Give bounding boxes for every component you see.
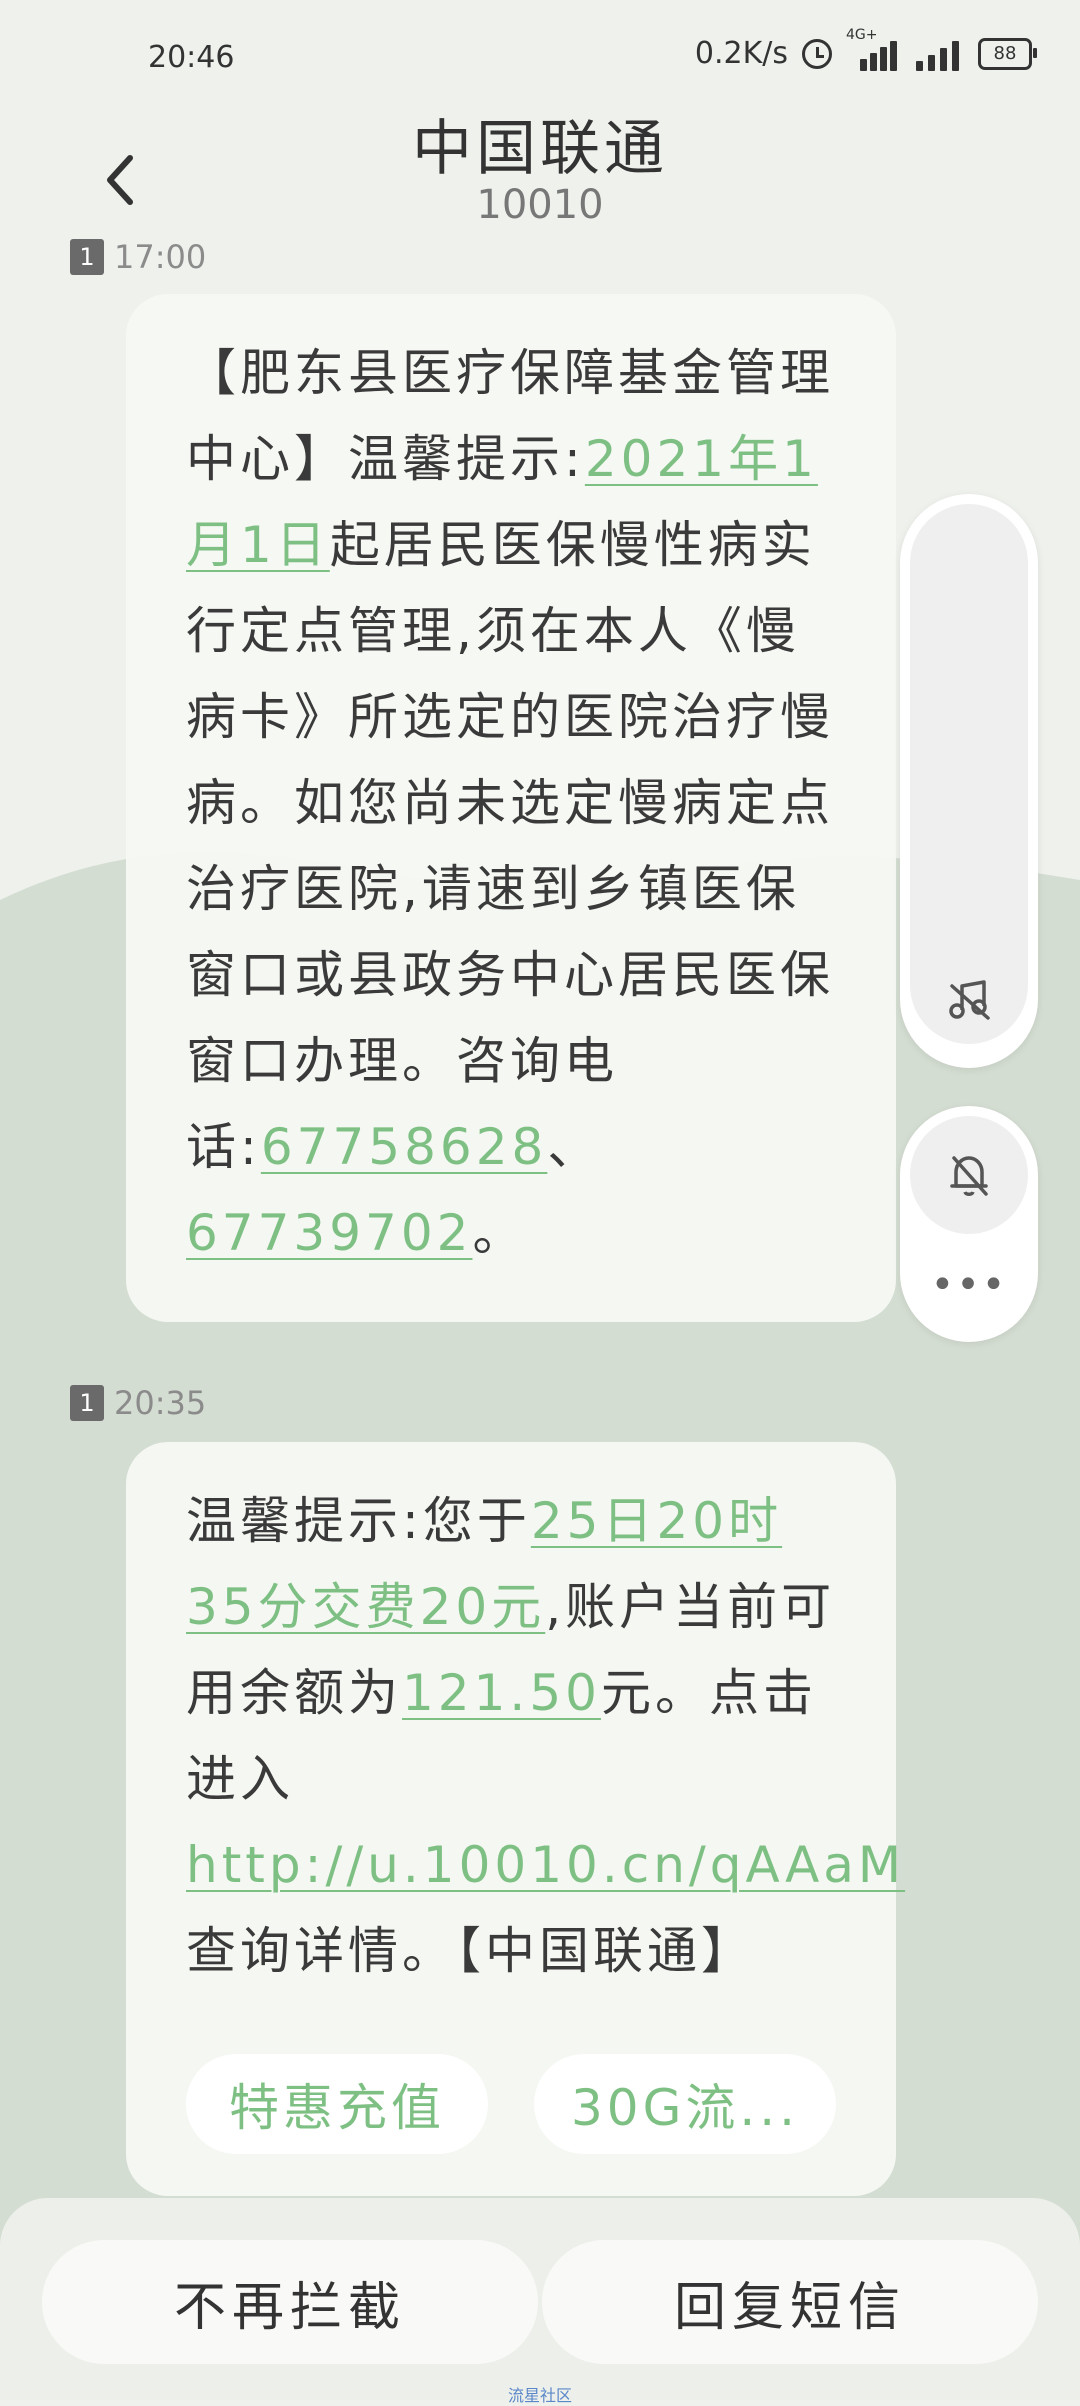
- watermark: 流星社区: [507, 2386, 572, 2405]
- floating-side-panel: [900, 494, 1038, 1068]
- message-link[interactable]: 67739702: [186, 1204, 473, 1262]
- message-text-segment: 、: [547, 1118, 602, 1176]
- message-text-segment: 起居民医保慢性病实行定点管理,须在本人《慢病卡》所选定的医院治疗慢病。如您尚未选…: [186, 516, 834, 1176]
- contact-name: 中国联通: [412, 114, 668, 184]
- message-text-segment: 查询详情。【中国联通】: [186, 1922, 755, 1980]
- message-text: 【肥东县医疗保障基金管理中心】温馨提示:2021年1月1日起居民医保慢性病实行定…: [126, 330, 896, 1276]
- sim-card-icon: 1: [70, 1385, 104, 1421]
- message-timestamp: 1 20:35: [70, 1384, 206, 1422]
- signal-4g-icon: 4G+: [846, 27, 898, 71]
- network-type: 4G+: [846, 26, 878, 43]
- reply-sms-button[interactable]: 回复短信: [542, 2240, 1038, 2364]
- quick-reply-data-plan[interactable]: 30G流...: [534, 2054, 836, 2154]
- message-link[interactable]: http://u.10010.cn/qAAaM: [186, 1836, 905, 1894]
- timestamp-text: 20:35: [114, 1384, 207, 1422]
- bottom-action-bar: 不再拦截 回复短信: [0, 2198, 1080, 2400]
- message-text: 温馨提示:您于25日20时35分交费20元,账户当前可用余额为121.50元。点…: [126, 1478, 901, 1994]
- stop-blocking-button[interactable]: 不再拦截: [42, 2240, 538, 2364]
- battery-icon: 88: [978, 37, 1037, 70]
- floating-menu: •••: [900, 1106, 1038, 1342]
- message-link[interactable]: 121.50: [402, 1664, 601, 1722]
- message-text-segment: 温馨提示:您于: [186, 1492, 531, 1550]
- more-options-icon[interactable]: •••: [900, 1265, 1038, 1305]
- contact-number: 10010: [476, 182, 604, 228]
- mute-button[interactable]: [910, 1116, 1028, 1234]
- message-text-segment: 。: [472, 1204, 527, 1262]
- status-icons: 0.2K/s 4G+ 88: [694, 27, 1037, 71]
- quick-reply-recharge[interactable]: 特惠充值: [186, 2054, 488, 2154]
- bell-off-icon: [950, 1156, 988, 1196]
- side-panel-slot: [910, 504, 1028, 1044]
- conversation-header: 中国联通 10010: [0, 100, 1080, 250]
- network-speed: 0.2K/s: [694, 36, 788, 71]
- status-time: 20:46: [148, 40, 235, 75]
- signal-icon: [912, 37, 964, 71]
- alarm-icon: [802, 38, 832, 69]
- music-off-icon[interactable]: [944, 974, 994, 1024]
- message-bubble[interactable]: 【肥东县医疗保障基金管理中心】温馨提示:2021年1月1日起居民医保慢性病实行定…: [126, 294, 896, 1322]
- message-link[interactable]: 67758628: [261, 1118, 548, 1176]
